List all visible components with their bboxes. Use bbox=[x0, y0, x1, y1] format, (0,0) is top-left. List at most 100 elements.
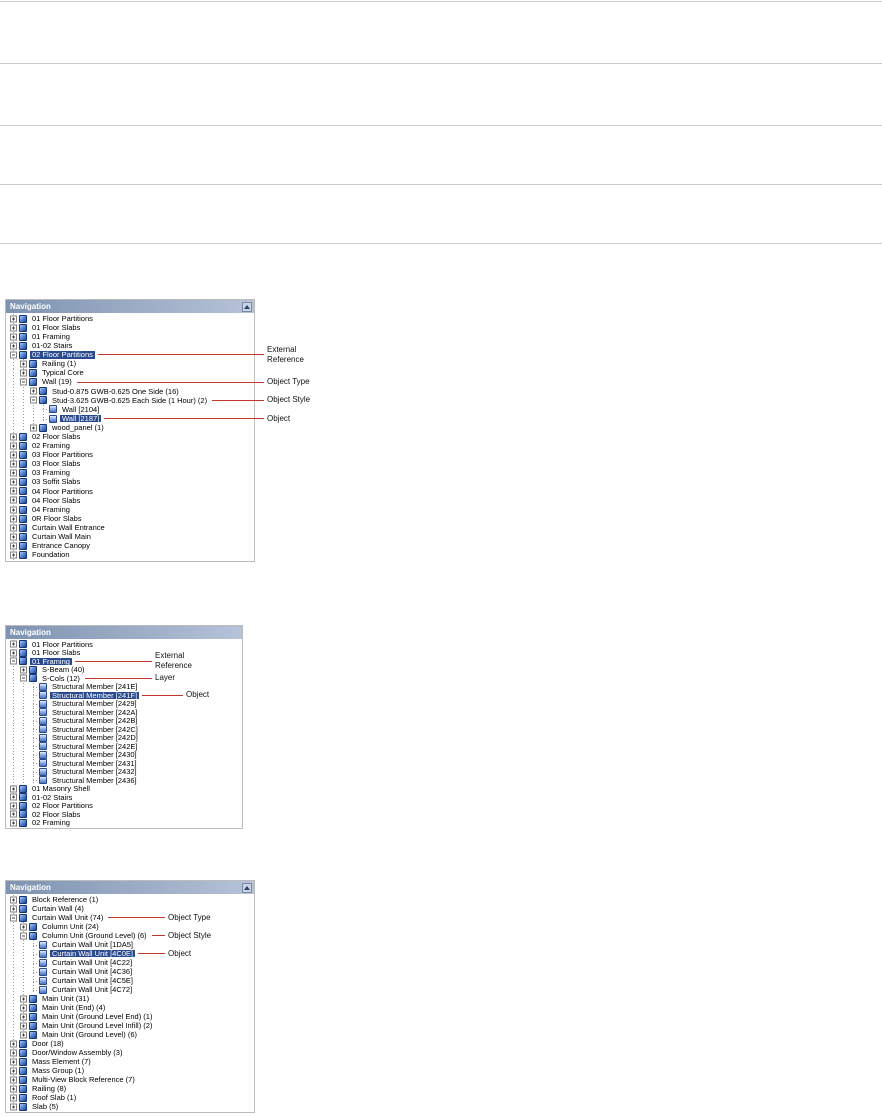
expand-box-icon[interactable] bbox=[10, 1058, 17, 1065]
tree-item[interactable]: Curtain Wall Unit [4C5E] bbox=[9, 976, 254, 985]
tree-item[interactable]: Main Unit (Ground Level Infill) (2) bbox=[9, 1021, 254, 1030]
expand-box-icon[interactable] bbox=[10, 1076, 17, 1083]
expand-box-icon[interactable] bbox=[10, 342, 17, 350]
expand-box-icon[interactable] bbox=[10, 1067, 17, 1074]
tree-item[interactable]: Slab (5) bbox=[9, 1102, 254, 1111]
tree-item[interactable]: Curtain Wall Unit (74) bbox=[9, 913, 254, 922]
tree-item[interactable]: Structural Member [2429] bbox=[9, 699, 242, 709]
tree-item[interactable]: 01-02 Stairs bbox=[9, 341, 254, 351]
tree-item[interactable]: 02 Floor Slabs bbox=[9, 432, 254, 442]
tree-item[interactable]: Block Reference (1) bbox=[9, 895, 254, 904]
tree-item[interactable]: Roof Slab (1) bbox=[9, 1093, 254, 1102]
expand-box-icon[interactable] bbox=[10, 451, 17, 459]
tree-item[interactable]: 03 Floor Partitions bbox=[9, 450, 254, 460]
expand-box-icon[interactable] bbox=[30, 424, 37, 432]
expand-box-icon[interactable] bbox=[10, 333, 17, 341]
expand-box-icon[interactable] bbox=[10, 460, 17, 468]
expand-box-icon[interactable] bbox=[10, 1049, 17, 1056]
expand-box-icon[interactable] bbox=[10, 551, 17, 559]
tree-item[interactable]: Column Unit (Ground Level) (6) bbox=[9, 931, 254, 940]
expand-box-icon[interactable] bbox=[10, 819, 17, 827]
panel-header[interactable]: Navigation bbox=[6, 881, 254, 894]
tree-item[interactable]: 01 Masonry Shell bbox=[9, 784, 242, 794]
expand-box-icon[interactable] bbox=[20, 923, 27, 930]
tree-item[interactable]: 01 Framing bbox=[9, 332, 254, 342]
expand-box-icon[interactable] bbox=[10, 802, 17, 810]
expand-box-icon[interactable] bbox=[10, 506, 17, 514]
tree-item[interactable]: Main Unit (31) bbox=[9, 994, 254, 1003]
expand-box-icon[interactable] bbox=[20, 369, 27, 377]
tree-item[interactable]: Main Unit (Ground Level End) (1) bbox=[9, 1012, 254, 1021]
expand-box-icon[interactable] bbox=[10, 785, 17, 793]
tree-item[interactable]: 01 Floor Partitions bbox=[9, 314, 254, 324]
tree-item[interactable]: 01 Floor Slabs bbox=[9, 648, 242, 658]
expand-box-icon[interactable] bbox=[20, 1004, 27, 1011]
tree-item[interactable]: Stud-3.625 GWB-0.625 Each Side (1 Hour) … bbox=[9, 395, 254, 406]
tree-item[interactable]: Wall [2104] bbox=[9, 404, 254, 415]
tree-item[interactable]: Curtain Wall Unit [4C0E] bbox=[9, 949, 254, 958]
expand-box-icon[interactable] bbox=[10, 542, 17, 550]
expand-box-icon[interactable] bbox=[20, 1022, 27, 1029]
expand-box-icon[interactable] bbox=[20, 1031, 27, 1038]
tree-item[interactable]: Wall [2187] bbox=[9, 414, 254, 424]
tree-item[interactable]: S-Beam (40) bbox=[9, 665, 242, 675]
expand-box-icon[interactable] bbox=[10, 433, 17, 441]
collapse-box-icon[interactable] bbox=[20, 378, 27, 386]
tree-item[interactable]: Door (18) bbox=[9, 1039, 254, 1048]
collapse-panel-button[interactable] bbox=[242, 882, 252, 893]
tree-item[interactable]: Main Unit (End) (4) bbox=[9, 1003, 254, 1012]
expand-box-icon[interactable] bbox=[10, 640, 17, 648]
expand-box-icon[interactable] bbox=[10, 1103, 17, 1110]
tree-item[interactable]: wood_panel (1) bbox=[9, 423, 254, 433]
tree-item[interactable]: Wall (19) bbox=[9, 377, 254, 387]
tree-item[interactable]: Mass Group (1) bbox=[9, 1066, 254, 1075]
tree-item[interactable]: 0R Floor Slabs bbox=[9, 514, 254, 524]
expand-box-icon[interactable] bbox=[20, 360, 27, 368]
tree-item[interactable]: Entrance Canopy bbox=[9, 541, 254, 551]
collapse-panel-button[interactable] bbox=[242, 301, 252, 312]
tree-item[interactable]: Curtain Wall Unit [4C72] bbox=[9, 985, 254, 994]
tree-item[interactable]: 02 Framing bbox=[9, 441, 254, 451]
tree-item[interactable]: 01 Floor Slabs bbox=[9, 323, 254, 333]
expand-box-icon[interactable] bbox=[10, 1085, 17, 1092]
tree-item[interactable]: Railing (1) bbox=[9, 359, 254, 369]
tree-item[interactable]: Stud-0.875 GWB-0.625 One Side (16) bbox=[9, 386, 254, 396]
tree-item[interactable]: Structural Member [242B] bbox=[9, 716, 242, 726]
tree-item[interactable]: 03 Floor Slabs bbox=[9, 459, 254, 469]
expand-box-icon[interactable] bbox=[10, 442, 17, 450]
tree-item[interactable]: 04 Floor Partitions bbox=[9, 486, 254, 496]
tree-item[interactable]: Structural Member [242D] bbox=[9, 733, 242, 743]
collapse-box-icon[interactable] bbox=[10, 657, 17, 665]
collapse-box-icon[interactable] bbox=[20, 932, 27, 939]
tree-item[interactable]: Foundation bbox=[9, 550, 254, 560]
tree-item[interactable]: Structural Member [2430] bbox=[9, 750, 242, 760]
expand-box-icon[interactable] bbox=[10, 496, 17, 504]
expand-box-icon[interactable] bbox=[20, 1013, 27, 1020]
tree-item[interactable]: Curtain Wall Main bbox=[9, 532, 254, 542]
expand-box-icon[interactable] bbox=[10, 1094, 17, 1101]
tree-item[interactable]: Structural Member [241E] bbox=[9, 682, 242, 692]
expand-box-icon[interactable] bbox=[10, 487, 17, 495]
tree-item[interactable]: 02 Floor Partitions bbox=[9, 350, 254, 360]
tree-item[interactable]: Curtain Wall Unit [1DA5] bbox=[9, 940, 254, 949]
tree-item[interactable]: Curtain Wall (4) bbox=[9, 904, 254, 913]
expand-box-icon[interactable] bbox=[10, 793, 17, 801]
tree-item[interactable]: 03 Framing bbox=[9, 468, 254, 478]
expand-box-icon[interactable] bbox=[10, 469, 17, 477]
collapse-box-icon[interactable] bbox=[20, 674, 27, 682]
tree-item[interactable]: 02 Framing bbox=[9, 818, 242, 828]
expand-box-icon[interactable] bbox=[10, 810, 17, 818]
tree-item[interactable]: Curtain Wall Entrance bbox=[9, 523, 254, 533]
tree-item[interactable]: Mass Element (7) bbox=[9, 1057, 254, 1066]
tree-item[interactable]: Railing (8) bbox=[9, 1084, 254, 1093]
tree-item[interactable]: Curtain Wall Unit [4C36] bbox=[9, 967, 254, 976]
panel-header[interactable]: Navigation bbox=[6, 300, 254, 313]
tree-item[interactable]: 04 Framing bbox=[9, 504, 254, 515]
tree-item[interactable]: Curtain Wall Unit [4C22] bbox=[9, 958, 254, 967]
expand-box-icon[interactable] bbox=[10, 315, 17, 323]
tree-item[interactable]: 04 Floor Slabs bbox=[9, 495, 254, 506]
collapse-box-icon[interactable] bbox=[30, 396, 37, 404]
tree-item[interactable]: Column Unit (24) bbox=[9, 922, 254, 931]
expand-box-icon[interactable] bbox=[20, 995, 27, 1002]
expand-box-icon[interactable] bbox=[10, 533, 17, 541]
